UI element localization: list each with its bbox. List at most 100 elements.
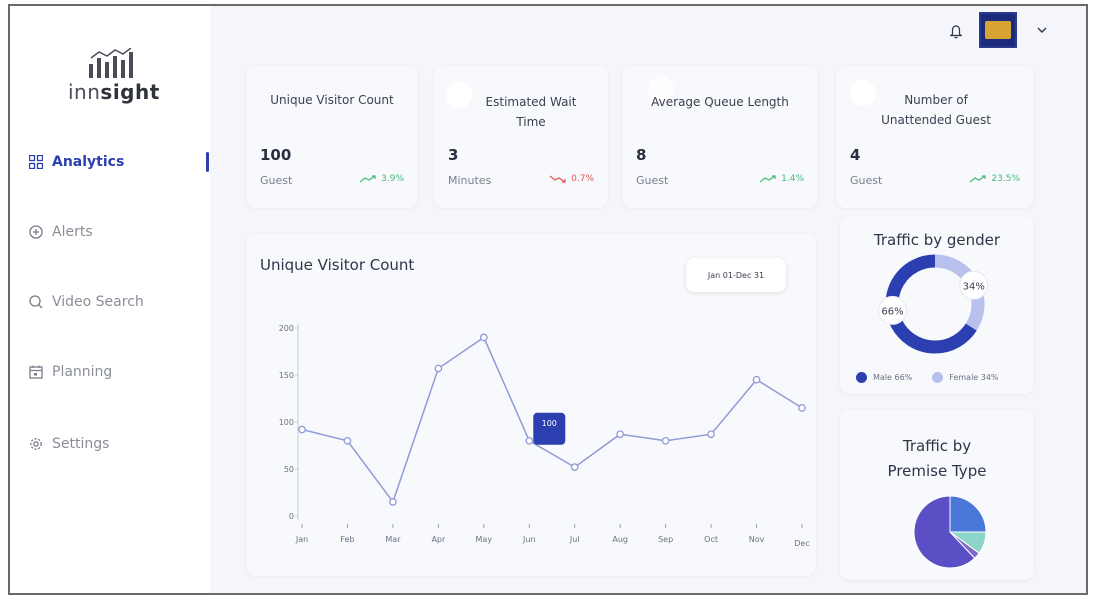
kpi-value: 4 (850, 146, 861, 164)
kpi-trend-value: 3.9% (381, 174, 404, 184)
x-tick-label: Apr (431, 535, 446, 544)
kpi-trend-value: 0.7% (571, 174, 594, 184)
data-point (525, 436, 534, 445)
x-tick-label: Jul (569, 535, 580, 544)
donut-label-female: 34% (963, 281, 985, 292)
data-point (298, 425, 306, 434)
data-point (389, 498, 397, 506)
sidebar-item-label: Video Search (52, 294, 144, 310)
kpi-trend: 0.7% (549, 174, 594, 184)
visitor-chart-card: Unique Visitor Count Jan 01-Dec 31 0 50 10… (246, 234, 816, 576)
x-tick-label: Mar (385, 535, 401, 544)
kpi-value: 3 (448, 146, 459, 164)
plus-circle-icon (28, 224, 44, 240)
data-point (798, 404, 806, 412)
sidebar-item-settings[interactable]: Settings (28, 432, 109, 456)
calendar-icon (28, 364, 44, 380)
x-tick-label: Dec (794, 539, 809, 548)
kpi-unit: Guest (260, 174, 293, 187)
data-point (434, 364, 443, 373)
kpi-value: 100 (260, 146, 292, 164)
gear-icon (28, 436, 44, 452)
trend-up-icon (759, 175, 776, 183)
x-tick-label: Jan (295, 535, 308, 544)
sidebar: innsight Analytics Alerts Video Search P… (10, 6, 210, 593)
kpi-value: 8 (636, 146, 647, 164)
brand-name-light: inn (68, 80, 101, 104)
kpi-title: Unique Visitor Count (270, 93, 394, 107)
data-point (570, 463, 579, 471)
brand-name-bold: sight (100, 80, 160, 104)
x-tick-label: Nov (749, 535, 765, 544)
kpi-card-queue-length: Average Queue Length 8 Guest 1.4% (622, 66, 818, 208)
premise-pie-chart (913, 495, 987, 569)
x-tick-label: Oct (704, 535, 718, 544)
data-point (661, 436, 670, 445)
brand-logo: innsight (68, 48, 160, 104)
x-tick-label: Aug (612, 535, 628, 544)
decorative-circle (850, 80, 876, 106)
tooltip-box (533, 412, 566, 445)
kpi-title: Average Queue Length (651, 95, 789, 109)
kpi-card-unique-visitors: Unique Visitor Count 100 Guest 3.9% (246, 66, 418, 208)
y-tick-label: 50 (284, 465, 294, 474)
x-tick-label: Jun (522, 535, 536, 544)
kpi-trend: 3.9% (359, 174, 404, 184)
line-chart: 0 50 100 150 200 Jan Feb Mar Apr May Jun Jul Aug Sep O… (279, 324, 810, 548)
user-avatar[interactable] (979, 12, 1017, 48)
kpi-title: Estimated Wait Time (485, 95, 577, 129)
y-tick-label: 150 (279, 371, 294, 380)
data-point (707, 430, 715, 439)
x-tick-label: Feb (340, 535, 354, 544)
kpi-trend-value: 23.5% (991, 174, 1020, 184)
sidebar-item-video-search[interactable]: Video Search (28, 290, 144, 314)
kpi-unit: Guest (636, 174, 669, 187)
y-tick-label: 0 (289, 512, 294, 521)
donut-label-male: 66% (881, 306, 903, 317)
kpi-card-unattended-guest: Number of Unattended Guest 4 Guest 23.5% (836, 66, 1034, 208)
sidebar-item-label: Alerts (52, 224, 93, 240)
y-tick-label: 100 (279, 418, 294, 427)
x-tick-label: Sep (658, 535, 673, 544)
trend-down-icon (549, 175, 566, 183)
sidebar-item-label: Planning (52, 364, 113, 380)
gender-donut-chart: 34% 66% (877, 254, 989, 354)
kpi-title: Number of Unattended Guest (881, 93, 991, 127)
chevron-down-icon[interactable] (1034, 22, 1050, 38)
data-point (343, 436, 352, 445)
pie-slice (949, 495, 987, 533)
gender-legend: Male 66% Female 34% (856, 372, 999, 383)
search-icon (28, 294, 44, 310)
legend-female-label: Female 34% (949, 373, 999, 382)
kpi-trend: 1.4% (759, 174, 804, 184)
kpi-trend: 23.5% (969, 174, 1020, 184)
x-tick-label: May (476, 535, 493, 544)
sidebar-item-label: Settings (52, 436, 110, 452)
data-point (616, 430, 625, 439)
active-indicator (206, 152, 209, 172)
legend-dot-male (856, 372, 867, 383)
kpi-unit: Minutes (448, 174, 492, 187)
sidebar-item-alerts[interactable]: Alerts (28, 220, 93, 244)
data-point (752, 375, 761, 384)
hotel-logo-icon (985, 21, 1011, 39)
sidebar-item-planning[interactable]: Planning (28, 360, 112, 384)
gender-chart-card: Traffic by gender 34% 66% Male 66% Female… (840, 216, 1034, 394)
premise-chart-card: Traffic by Premise Type (840, 410, 1034, 580)
legend-dot-female (932, 372, 944, 383)
trend-up-icon (970, 175, 987, 183)
logo-bars-icon (89, 48, 133, 78)
legend-male-label: Male 66% (873, 373, 913, 382)
y-tick-label: 200 (279, 324, 294, 333)
sidebar-item-analytics[interactable]: Analytics (28, 150, 124, 174)
kpi-unit: Guest (850, 174, 883, 187)
app-window: innsight Analytics Alerts Video Search P… (8, 4, 1088, 595)
brand-name: innsight (68, 80, 160, 104)
decorative-circle (446, 82, 472, 108)
kpi-card-wait-time: Estimated Wait Time 3 Minutes 0.7% (434, 66, 608, 208)
tooltip-label: 100 (542, 419, 557, 428)
bell-icon[interactable] (946, 22, 966, 42)
trend-up-icon (359, 175, 376, 183)
kpi-trend-value: 1.4% (781, 174, 804, 184)
sidebar-item-label: Analytics (52, 154, 125, 170)
